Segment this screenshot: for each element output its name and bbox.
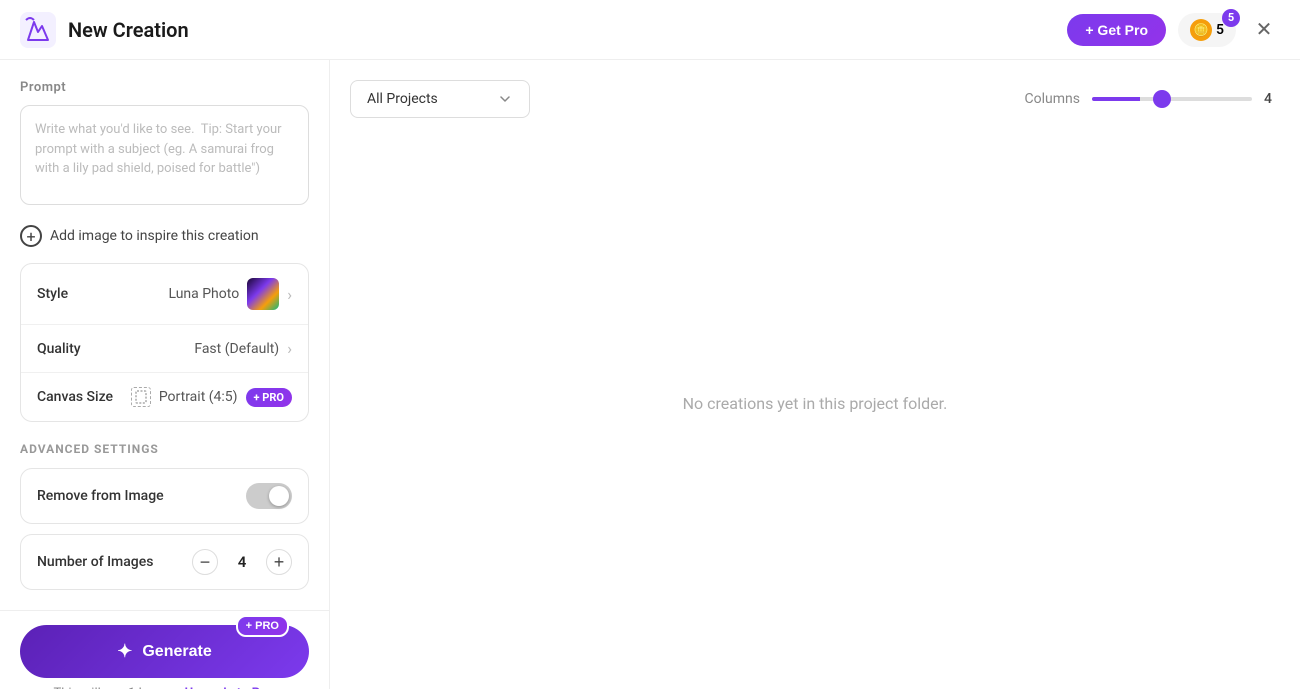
main-layout: Prompt + Add image to inspire this creat…	[0, 60, 1300, 689]
remove-label: Remove from Image	[37, 488, 164, 504]
empty-text: No creations yet in this project folder.	[683, 394, 948, 413]
empty-state: No creations yet in this project folder.	[350, 138, 1280, 669]
advanced-section: ADVANCED SETTINGS Remove from Image Numb…	[20, 442, 309, 610]
columns-control: Columns 4	[1025, 91, 1280, 107]
app-title: New Creation	[68, 18, 189, 42]
get-pro-button[interactable]: + Get Pro	[1067, 14, 1166, 46]
quality-label: Quality	[37, 341, 81, 357]
project-selector-label: All Projects	[367, 91, 438, 107]
notification-dot: 5	[1222, 9, 1240, 27]
generate-area: + PRO ✦ Generate This will use 1 Lumen. …	[0, 610, 329, 689]
chevron-down-icon	[497, 91, 513, 107]
columns-value: 4	[1264, 91, 1280, 107]
coins-badge[interactable]: 🪙 5 5	[1178, 13, 1236, 47]
canvas-row[interactable]: Canvas Size Portrait (4:5) + PRO	[21, 373, 308, 421]
get-pro-label: + Get Pro	[1085, 22, 1148, 38]
generate-label: Generate	[142, 643, 211, 661]
close-button[interactable]: ✕	[1248, 14, 1280, 46]
canvas-value: Portrait (4:5)	[159, 389, 238, 405]
coins-count: 5	[1216, 22, 1224, 38]
chevron-right-icon-2: ›	[287, 339, 292, 358]
style-row[interactable]: Style Luna Photo ›	[21, 264, 308, 325]
quality-value: Fast (Default)	[194, 341, 279, 357]
prompt-textarea[interactable]	[20, 105, 309, 205]
prompt-section-label: Prompt	[20, 80, 309, 95]
right-top-bar: All Projects Columns 4	[350, 80, 1280, 118]
header-right: + Get Pro 🪙 5 5 ✕	[1067, 13, 1280, 47]
right-panel: All Projects Columns 4 No creations yet …	[330, 60, 1300, 689]
style-thumbnail	[247, 278, 279, 310]
remove-from-image-row: Remove from Image	[20, 468, 309, 524]
remove-toggle[interactable]	[246, 483, 292, 509]
add-image-label: Add image to inspire this creation	[50, 228, 259, 244]
generate-button[interactable]: + PRO ✦ Generate	[20, 625, 309, 678]
number-label: Number of Images	[37, 554, 153, 570]
canvas-value-group: Portrait (4:5) + PRO	[131, 387, 292, 407]
increment-button[interactable]: +	[266, 549, 292, 575]
columns-slider[interactable]	[1092, 97, 1252, 101]
header: New Creation + Get Pro 🪙 5 5 ✕	[0, 0, 1300, 60]
advanced-section-label: ADVANCED SETTINGS	[20, 442, 309, 456]
project-selector[interactable]: All Projects	[350, 80, 530, 118]
canvas-label: Canvas Size	[37, 389, 113, 405]
sparkle-icon: ✦	[117, 641, 132, 662]
header-left: New Creation	[20, 12, 189, 48]
quality-row[interactable]: Quality Fast (Default) ›	[21, 325, 308, 373]
coins-icon: 🪙	[1190, 19, 1212, 41]
number-value: 4	[232, 553, 252, 571]
settings-card: Style Luna Photo › Quality Fast (Default…	[20, 263, 309, 422]
number-controls: − 4 +	[192, 549, 292, 575]
chevron-right-icon: ›	[287, 285, 292, 304]
left-panel: Prompt + Add image to inspire this creat…	[0, 60, 330, 689]
columns-label: Columns	[1025, 91, 1080, 107]
pro-badge: + PRO	[236, 615, 289, 637]
canvas-pro-badge: + PRO	[246, 388, 292, 407]
style-label: Style	[37, 286, 68, 302]
add-image-row[interactable]: + Add image to inspire this creation	[20, 209, 309, 263]
canvas-size-icon	[131, 387, 151, 407]
style-value-group: Luna Photo ›	[168, 278, 292, 310]
add-image-icon: +	[20, 225, 42, 247]
toggle-knob	[269, 486, 289, 506]
logo-icon	[20, 12, 56, 48]
quality-value-group: Fast (Default) ›	[194, 339, 292, 358]
decrement-button[interactable]: −	[192, 549, 218, 575]
style-value: Luna Photo	[168, 286, 239, 302]
number-of-images-row: Number of Images − 4 +	[20, 534, 309, 590]
